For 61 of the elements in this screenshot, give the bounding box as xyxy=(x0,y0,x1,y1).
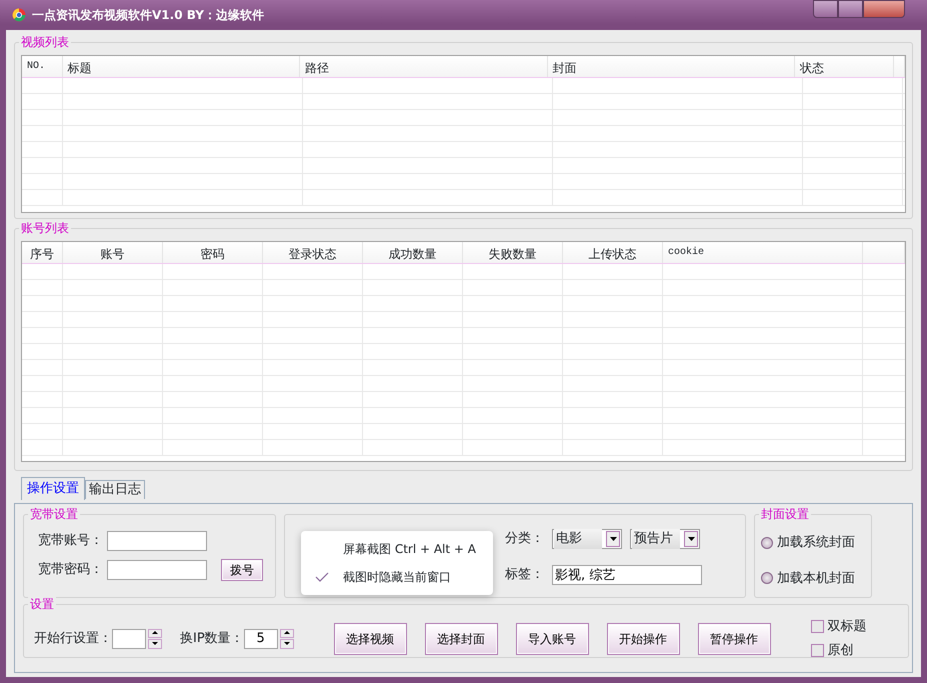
column-header[interactable]: cookie xyxy=(663,242,863,263)
column-header[interactable]: 状态 xyxy=(794,56,894,77)
column-header[interactable]: 账号 xyxy=(63,242,163,263)
field-label: 宽带密码： xyxy=(38,561,103,580)
group-title: 设置 xyxy=(28,597,56,611)
dropdown[interactable]: 预告片 xyxy=(630,529,700,549)
column-header[interactable]: 封面 xyxy=(548,56,795,77)
window-title: 一点资讯发布视频软件V1.0 BY：边缘软件 xyxy=(32,7,264,24)
action-button[interactable]: 开始操作 xyxy=(606,622,680,654)
checkbox-label: 原创 xyxy=(828,642,854,660)
field-label: 分类： xyxy=(505,530,544,548)
dial-button[interactable]: 拨号 xyxy=(221,559,263,581)
maximize-button[interactable] xyxy=(838,0,863,18)
column-header[interactable]: 序号 xyxy=(22,242,63,263)
group-title: 账号列表 xyxy=(19,221,71,235)
caret-icon xyxy=(610,537,616,541)
column-header[interactable]: 密码 xyxy=(163,242,263,263)
action-button[interactable]: 暂停操作 xyxy=(698,622,771,654)
input-field[interactable]: 影视, 综艺 xyxy=(552,565,702,585)
spin-buttons[interactable] xyxy=(280,628,294,648)
radio-button[interactable] xyxy=(761,536,773,549)
column-header[interactable]: 登录状态 xyxy=(263,242,363,263)
account-table[interactable]: 序号 账号 密码 登录状态 成功数量 失败数量 上传状态 cookie xyxy=(21,241,906,462)
radio-label: 加载本机封面 xyxy=(777,570,855,588)
field-label: 标签： xyxy=(505,566,544,584)
caret-icon xyxy=(688,537,694,541)
action-button[interactable]: 选择视频 xyxy=(334,622,407,654)
group-title: 宽带设置 xyxy=(28,507,80,521)
column-header[interactable]: 路径 xyxy=(300,56,548,77)
checkbox[interactable] xyxy=(810,620,824,634)
checkmark-icon xyxy=(315,572,329,582)
column-header[interactable]: 成功数量 xyxy=(363,242,463,263)
spin-field[interactable]: 5 xyxy=(244,628,278,648)
action-button[interactable]: 选择封面 xyxy=(424,622,498,654)
tab[interactable]: 操作设置 xyxy=(21,477,85,500)
group-title: 视频列表 xyxy=(19,35,71,49)
field-label: 宽带账号： xyxy=(38,532,103,550)
dropdown[interactable]: 电影 xyxy=(552,529,622,549)
column-header[interactable]: 标题 xyxy=(62,56,300,77)
group-title: 封面设置 xyxy=(759,507,811,521)
column-header[interactable]: 失败数量 xyxy=(463,242,563,263)
radio-label: 加载系统封面 xyxy=(777,534,855,552)
video-table[interactable]: NO. 标题 路径 封面 状态 xyxy=(21,55,906,213)
spin-field[interactable] xyxy=(112,628,146,648)
minimize-button[interactable] xyxy=(813,0,838,18)
spin-buttons[interactable] xyxy=(148,628,162,648)
action-button[interactable]: 导入账号 xyxy=(516,622,589,654)
field-label: 换IP数量： xyxy=(180,630,244,648)
input-field[interactable] xyxy=(107,531,207,551)
tab[interactable]: 输出日志 xyxy=(85,480,145,499)
checkbox[interactable] xyxy=(810,644,824,657)
close-button[interactable] xyxy=(863,0,905,18)
column-header[interactable]: NO. xyxy=(22,56,63,77)
menu-item[interactable]: 屏幕截图 Ctrl + Alt + A xyxy=(343,540,476,558)
checkbox-label: 双标题 xyxy=(828,618,867,636)
column-header[interactable]: 上传状态 xyxy=(563,242,663,263)
app-icon xyxy=(12,8,26,22)
input-field[interactable] xyxy=(107,560,207,580)
radio-button[interactable] xyxy=(761,572,773,584)
field-label: 开始行设置： xyxy=(34,630,112,648)
menu-item[interactable]: 截图时隐藏当前窗口 xyxy=(343,568,451,586)
